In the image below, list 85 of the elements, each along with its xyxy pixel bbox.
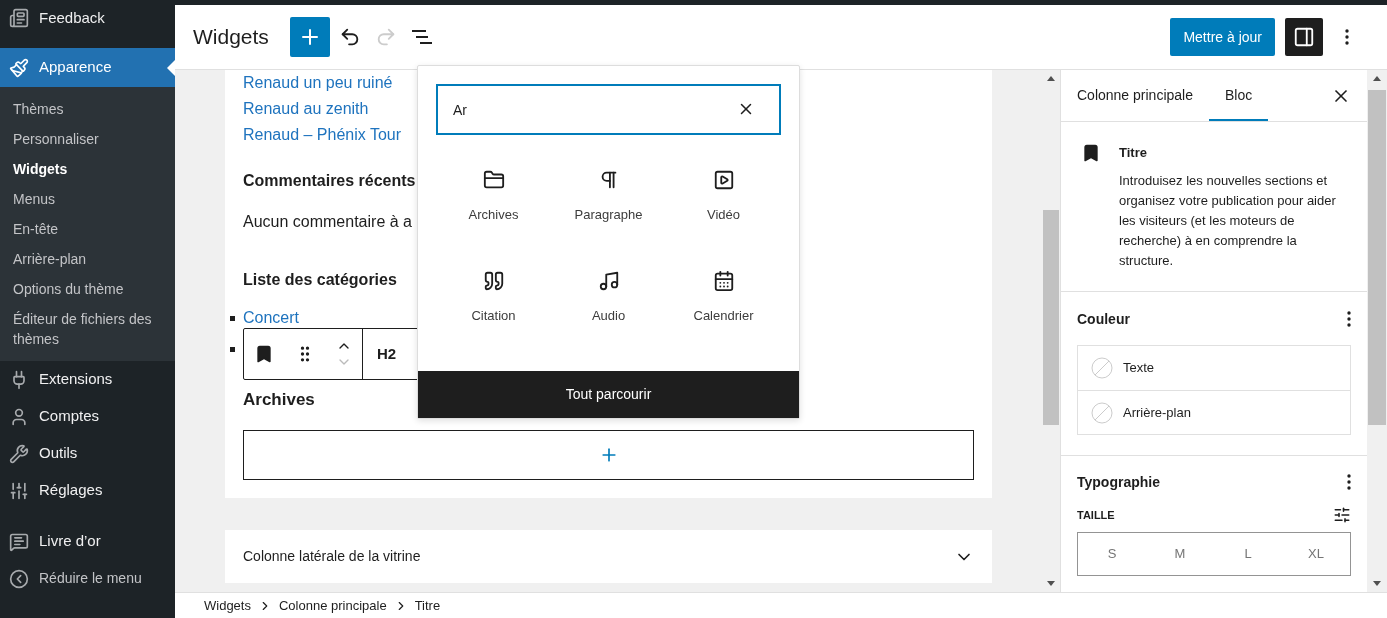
scrollbar-thumb[interactable] <box>1043 210 1059 425</box>
breadcrumb-link[interactable]: Titre <box>414 595 441 616</box>
widget-area-title: Colonne latérale de la vitrine <box>243 547 421 566</box>
folder-icon <box>482 169 505 191</box>
scroll-up-icon[interactable] <box>1373 76 1381 81</box>
scroll-down-icon[interactable] <box>1373 581 1381 586</box>
category-link[interactable]: Concert <box>243 309 300 327</box>
collapsed-widget-area[interactable]: Colonne latérale de la vitrine <box>225 530 992 583</box>
calendar-icon <box>712 270 735 292</box>
admin-menu-item[interactable]: Réglages <box>0 472 175 509</box>
collapse-icon <box>9 568 29 589</box>
sliders-icon[interactable] <box>1333 506 1351 524</box>
admin-menu-item[interactable]: Livre d’or <box>0 523 175 560</box>
post-link[interactable]: Renaud – Phénix Tour <box>243 126 402 143</box>
admin-submenu-item[interactable]: Widgets <box>0 154 175 184</box>
list-view-icon <box>410 29 433 45</box>
browse-all-button[interactable]: Tout parcourir <box>418 371 799 418</box>
update-button[interactable]: Mettre à jour <box>1170 18 1275 56</box>
empty-swatch-icon <box>1091 401 1113 424</box>
admin-menu-item[interactable]: Comptes <box>0 398 175 435</box>
page-title: Widgets <box>193 24 269 51</box>
kebab-icon[interactable] <box>1347 311 1351 327</box>
collapse-menu-button[interactable]: Réduire le menu <box>0 560 175 597</box>
settings-toggle-button[interactable] <box>1285 18 1323 56</box>
block-description: Introduisez les nouvelles sections et organisez votre publication pour aider les visiteurs (et les moteurs de recherche) à en comprendre la structure. <box>1119 172 1337 270</box>
color-option[interactable]: Arrière-plan <box>1078 390 1350 434</box>
block-title: Titre <box>1119 144 1148 162</box>
widget-heading: Commentaires récents <box>243 171 416 191</box>
quote-icon <box>482 270 505 292</box>
music-note-icon <box>597 270 620 292</box>
paintbrush-icon <box>9 57 29 78</box>
post-link[interactable]: Renaud au zenith <box>243 100 369 117</box>
sidebar-panel-icon <box>1293 26 1315 48</box>
admin-menu-item[interactable]: Apparence <box>0 48 175 87</box>
panel-section-title: Couleur <box>1077 309 1130 329</box>
admin-submenu-item[interactable]: En-tête <box>0 214 175 244</box>
empty-swatch-icon <box>1091 357 1113 379</box>
size-option[interactable]: L <box>1214 533 1282 575</box>
kebab-icon[interactable] <box>1345 29 1349 45</box>
admin-menu-item[interactable]: Feedback <box>0 0 175 36</box>
user-icon <box>9 406 29 427</box>
search-field[interactable]: Ar <box>436 84 781 135</box>
admin-submenu-item[interactable]: Éditeur de fichiers des thèmes <box>0 304 175 354</box>
sliders-icon <box>9 480 29 501</box>
block-type-item[interactable]: Paragraphe <box>551 167 666 242</box>
scrollbar[interactable] <box>1367 70 1387 592</box>
kebab-icon[interactable] <box>1347 474 1351 490</box>
size-option[interactable]: XL <box>1282 533 1350 575</box>
admin-menu-item[interactable]: Extensions <box>0 361 175 398</box>
post-link[interactable]: Renaud un peu ruiné <box>243 74 393 91</box>
scroll-up-icon[interactable] <box>1047 76 1055 81</box>
size-label: TAILLE <box>1077 507 1115 523</box>
wrench-icon <box>9 443 29 464</box>
bullet-icon <box>230 316 235 321</box>
play-icon <box>712 169 735 191</box>
size-option[interactable]: S <box>1078 533 1146 575</box>
color-option[interactable]: Texte <box>1078 346 1350 390</box>
bookmark-icon <box>1081 143 1101 163</box>
breadcrumb-link[interactable]: Widgets <box>204 595 251 616</box>
scroll-down-icon[interactable] <box>1047 581 1055 586</box>
panel-section-title: Typographie <box>1077 472 1160 492</box>
add-block-button[interactable] <box>289 17 330 57</box>
message-icon <box>9 531 29 552</box>
breadcrumb-link[interactable]: Colonne principale <box>278 595 387 616</box>
widget-text: Aucun commentaire à a <box>243 212 412 232</box>
panel-tab[interactable]: Bloc <box>1208 70 1269 121</box>
block-type-item[interactable]: Vidéo <box>666 167 781 242</box>
block-type-item[interactable]: Audio <box>551 268 666 343</box>
size-option[interactable]: M <box>1146 533 1214 575</box>
block-appender[interactable] <box>243 430 974 480</box>
admin-submenu-item[interactable]: Thèmes <box>0 94 175 124</box>
widget-heading: Liste des catégories <box>243 270 397 290</box>
block-type-item[interactable]: Archives <box>436 167 551 242</box>
bullet-icon <box>230 347 235 352</box>
admin-submenu-item[interactable]: Arrière-plan <box>0 244 175 274</box>
admin-submenu-item[interactable]: Personnaliser <box>0 124 175 154</box>
block-type-item[interactable]: Calendrier <box>666 268 781 343</box>
admin-submenu-item[interactable]: Options du thème <box>0 274 175 304</box>
panel-tab[interactable]: Colonne principale <box>1061 70 1209 121</box>
newspaper-icon <box>9 8 29 28</box>
heading-level-button[interactable]: H2 <box>377 342 397 366</box>
admin-menu-item[interactable]: Outils <box>0 435 175 472</box>
block-type-item[interactable]: Citation <box>436 268 551 343</box>
admin-submenu-item[interactable]: Menus <box>0 184 175 214</box>
scrollbar-thumb[interactable] <box>1368 90 1386 425</box>
